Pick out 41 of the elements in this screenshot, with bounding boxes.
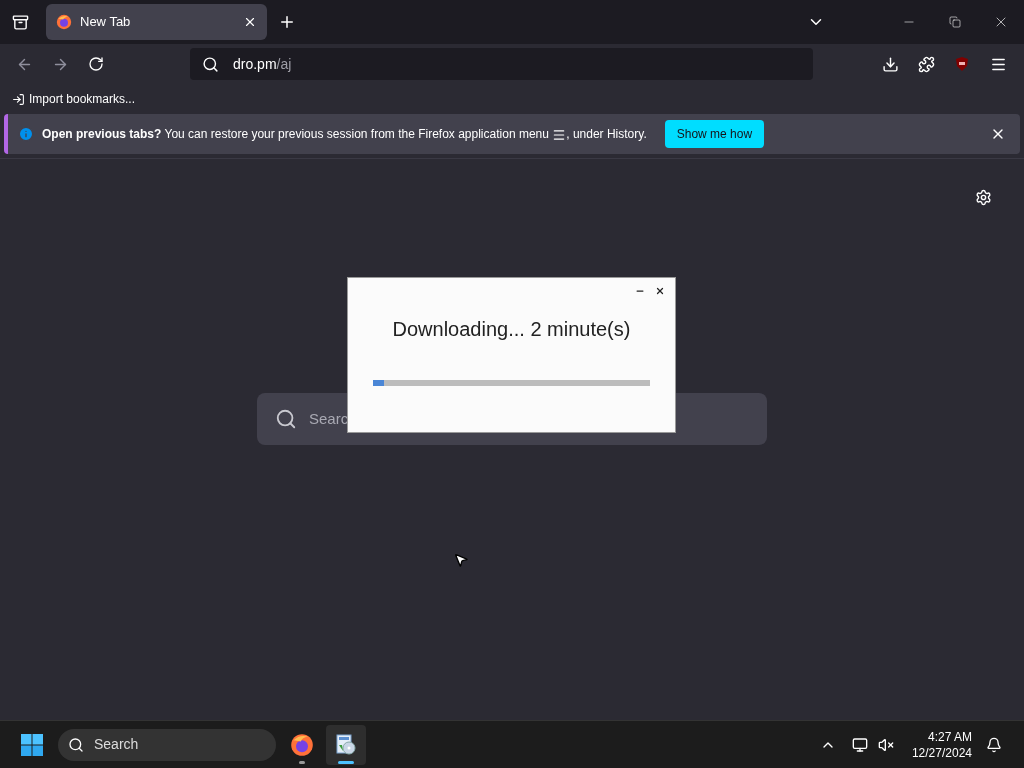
menu-icon xyxy=(552,127,567,142)
address-bar[interactable]: dro.pm/aj xyxy=(190,48,813,80)
firefox-icon xyxy=(290,732,314,757)
import-bookmarks-button[interactable]: Import bookmarks... xyxy=(12,90,136,108)
monitor-icon xyxy=(851,736,868,753)
bell-icon xyxy=(986,736,1002,753)
search-placeholder: Searc xyxy=(309,408,349,429)
firefox-icon xyxy=(56,14,72,30)
download-message: Downloading... 2 minute(s) xyxy=(391,317,632,342)
show-me-how-button[interactable]: Show me how xyxy=(664,120,765,148)
info-icon xyxy=(18,126,34,142)
settings-button[interactable] xyxy=(975,189,992,206)
speaker-muted-icon xyxy=(877,736,894,753)
import-icon xyxy=(12,92,25,106)
dialog-close-button[interactable] xyxy=(655,286,665,296)
puzzle-icon xyxy=(917,55,935,73)
tab-title: New Tab xyxy=(80,13,132,32)
windows-icon xyxy=(20,732,44,757)
reload-icon xyxy=(88,56,104,72)
mouse-pointer-icon xyxy=(453,552,469,568)
notification-message: Open previous tabs? You can restore your previous session from the Firefox application menu , under History. xyxy=(42,126,647,143)
clock-date: 12/27/2024 xyxy=(911,744,972,761)
installer-icon xyxy=(334,732,358,757)
taskbar-search[interactable]: Search xyxy=(58,728,276,761)
plus-icon xyxy=(278,13,296,31)
clock-time: 4:27 AM xyxy=(927,728,972,745)
settings-icon xyxy=(975,189,992,206)
search-icon xyxy=(68,736,84,753)
url-text: dro.pm/aj xyxy=(233,54,292,74)
shield-icon xyxy=(954,56,970,72)
taskbar-search-placeholder: Search xyxy=(94,735,139,754)
browser-tab[interactable]: New Tab xyxy=(46,4,267,40)
taskbar-app[interactable] xyxy=(326,724,366,765)
search-icon xyxy=(275,408,297,430)
restore-icon xyxy=(949,16,961,28)
download-icon xyxy=(881,55,899,73)
clock[interactable]: 4:27 AM 12/27/2024 xyxy=(911,728,972,761)
close-tab-icon[interactable] xyxy=(243,15,257,29)
close-icon xyxy=(655,286,665,296)
search-icon xyxy=(202,55,219,73)
tab-list-icon xyxy=(11,13,29,31)
